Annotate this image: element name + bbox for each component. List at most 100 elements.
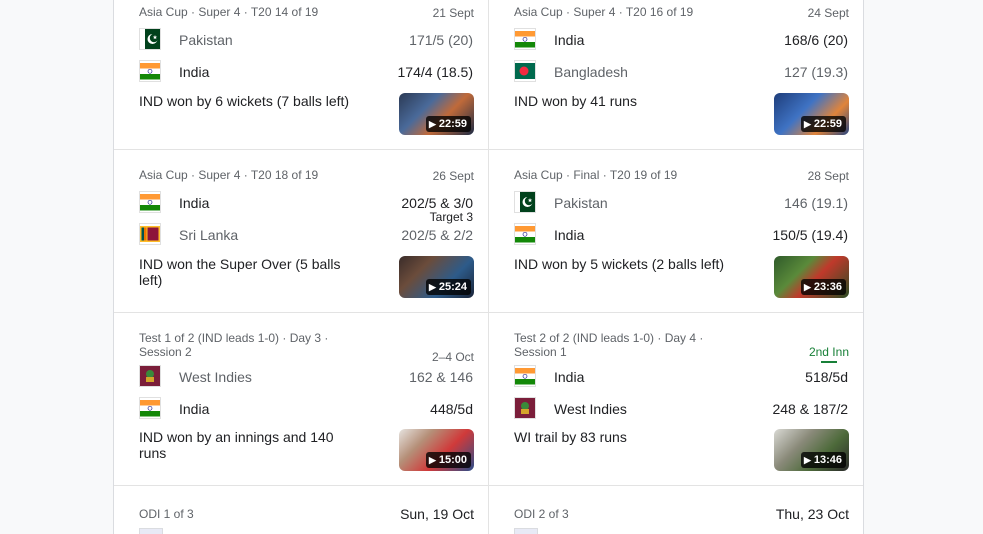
live-indicator	[821, 361, 837, 363]
play-icon: ▶	[428, 119, 436, 129]
team-score: 171/5 (20)	[409, 32, 473, 48]
team-score: 162 & 146	[409, 369, 473, 385]
innings-status: 2nd Inn	[808, 345, 849, 359]
video-thumbnail[interactable]: ▶ 13:46	[774, 429, 849, 471]
team-name: India	[554, 369, 585, 385]
team-name: Bangladesh	[554, 64, 628, 80]
team-name: India	[179, 401, 210, 417]
match-meta: Test 1 of 2 (IND leads 1-0) · Day 3 · Se…	[139, 331, 329, 359]
match-card[interactable]: Test 2 of 2 (IND leads 1-0) · Day 4 · Se…	[489, 326, 863, 489]
team-row: West Indies 162 & 146	[139, 365, 473, 389]
match-date: 28 Sept	[807, 169, 849, 183]
match-result: IND won by 41 runs	[514, 93, 637, 109]
match-card[interactable]: Asia Cup · Final · T20 19 of 19 28 Sept …	[489, 163, 863, 326]
team-score: 174/4 (18.5)	[397, 64, 474, 80]
video-duration: ▶ 25:24	[425, 279, 471, 295]
pakistan-flag-icon	[514, 191, 536, 213]
team-row: India 174/4 (18.5)	[139, 60, 473, 84]
match-card[interactable]: Asia Cup · Super 4 · T20 14 of 19 21 Sep…	[114, 0, 488, 163]
play-icon: ▶	[428, 282, 436, 292]
video-thumbnail[interactable]: ▶ 22:59	[774, 93, 849, 135]
match-date: Sun, 19 Oct	[400, 506, 474, 522]
match-result: WI trail by 83 runs	[514, 429, 627, 445]
play-icon: ▶	[803, 282, 811, 292]
team-score: 168/6 (20)	[784, 32, 848, 48]
team-row: Pakistan 146 (19.1)	[514, 191, 848, 215]
flag-icon	[514, 528, 538, 534]
team-score: 202/5 & 2/2	[401, 227, 473, 243]
video-thumbnail[interactable]: ▶ 15:00	[399, 429, 474, 471]
match-result: IND won by 5 wickets (2 balls left)	[514, 256, 725, 272]
team-name: Pakistan	[554, 195, 608, 211]
india-flag-icon	[139, 60, 161, 82]
india-flag-icon	[514, 28, 536, 50]
team-score: 127 (19.3)	[784, 64, 848, 80]
match-date: Thu, 23 Oct	[775, 506, 849, 522]
team-score: 146 (19.1)	[784, 195, 848, 211]
match-meta: ODI 1 of 3	[139, 507, 194, 521]
match-meta: Asia Cup · Final · T20 19 of 19	[514, 168, 678, 182]
video-duration: ▶ 22:59	[425, 116, 471, 132]
india-flag-icon	[139, 397, 161, 419]
team-name: India	[179, 195, 210, 211]
target-note: Target 3	[429, 210, 473, 224]
bangladesh-flag-icon	[514, 60, 536, 82]
video-thumbnail[interactable]: ▶ 25:24	[399, 256, 474, 298]
team-name: Pakistan	[179, 32, 233, 48]
match-card[interactable]: ODI 2 of 3 Thu, 23 Oct	[489, 486, 863, 534]
team-row: India 202/5 & 3/0 Target 3	[139, 191, 473, 224]
team-row: West Indies 248 & 187/2	[514, 397, 848, 421]
match-result: IND won by an innings and 140 runs	[139, 429, 334, 461]
west-indies-flag-icon	[514, 397, 536, 419]
team-row: India 448/5d	[139, 397, 473, 421]
match-meta: Asia Cup · Super 4 · T20 16 of 19	[514, 5, 694, 19]
team-score: 248 & 187/2	[772, 401, 848, 417]
match-meta: Asia Cup · Super 4 · T20 18 of 19	[139, 168, 319, 182]
play-icon: ▶	[428, 455, 436, 465]
team-row: Bangladesh 127 (19.3)	[514, 60, 848, 84]
match-results-panel: Asia Cup · Super 4 · T20 14 of 19 21 Sep…	[113, 0, 864, 534]
team-score: 202/5 & 3/0	[401, 195, 473, 211]
video-duration: ▶ 22:59	[800, 116, 846, 132]
team-name: India	[554, 227, 585, 243]
video-duration: ▶ 23:36	[800, 279, 846, 295]
video-thumbnail[interactable]: ▶ 22:59	[399, 93, 474, 135]
team-name: Sri Lanka	[179, 227, 239, 243]
team-score: 150/5 (19.4)	[772, 227, 849, 243]
team-row: Sri Lanka 202/5 & 2/2	[139, 223, 473, 247]
match-result: IND won the Super Over (5 balls left)	[139, 256, 341, 288]
india-flag-icon	[514, 365, 536, 387]
team-name: India	[554, 32, 585, 48]
team-name: West Indies	[179, 369, 252, 385]
video-thumbnail[interactable]: ▶ 23:36	[774, 256, 849, 298]
team-row: Pakistan 171/5 (20)	[139, 28, 473, 52]
team-name: India	[179, 64, 210, 80]
match-date: 24 Sept	[807, 6, 849, 20]
sri-lanka-flag-icon	[139, 223, 161, 245]
team-row: India 150/5 (19.4)	[514, 223, 848, 247]
match-card[interactable]: Asia Cup · Super 4 · T20 18 of 19 26 Sep…	[114, 163, 488, 326]
team-score: 448/5d	[430, 401, 473, 417]
match-date: 2–4 Oct	[431, 350, 474, 364]
match-result: IND won by 6 wickets (7 balls left)	[139, 93, 350, 109]
match-card[interactable]: Asia Cup · Super 4 · T20 16 of 19 24 Sep…	[489, 0, 863, 163]
play-icon: ▶	[803, 119, 811, 129]
flag-icon	[139, 528, 163, 534]
play-icon: ▶	[803, 455, 811, 465]
india-flag-icon	[139, 191, 161, 213]
video-duration: ▶ 15:00	[425, 452, 471, 468]
match-meta: Asia Cup · Super 4 · T20 14 of 19	[139, 5, 319, 19]
match-meta: ODI 2 of 3	[514, 507, 569, 521]
match-date: 21 Sept	[432, 6, 474, 20]
match-date: 26 Sept	[432, 169, 474, 183]
india-flag-icon	[514, 223, 536, 245]
video-duration: ▶ 13:46	[800, 452, 846, 468]
west-indies-flag-icon	[139, 365, 161, 387]
match-meta: Test 2 of 2 (IND leads 1-0) · Day 4 · Se…	[514, 331, 704, 359]
team-name: West Indies	[554, 401, 627, 417]
team-score: 518/5d	[805, 369, 848, 385]
match-card[interactable]: Test 1 of 2 (IND leads 1-0) · Day 3 · Se…	[114, 326, 488, 489]
team-row: India 168/6 (20)	[514, 28, 848, 52]
team-row: India 518/5d	[514, 365, 848, 389]
match-card[interactable]: ODI 1 of 3 Sun, 19 Oct	[114, 486, 488, 534]
